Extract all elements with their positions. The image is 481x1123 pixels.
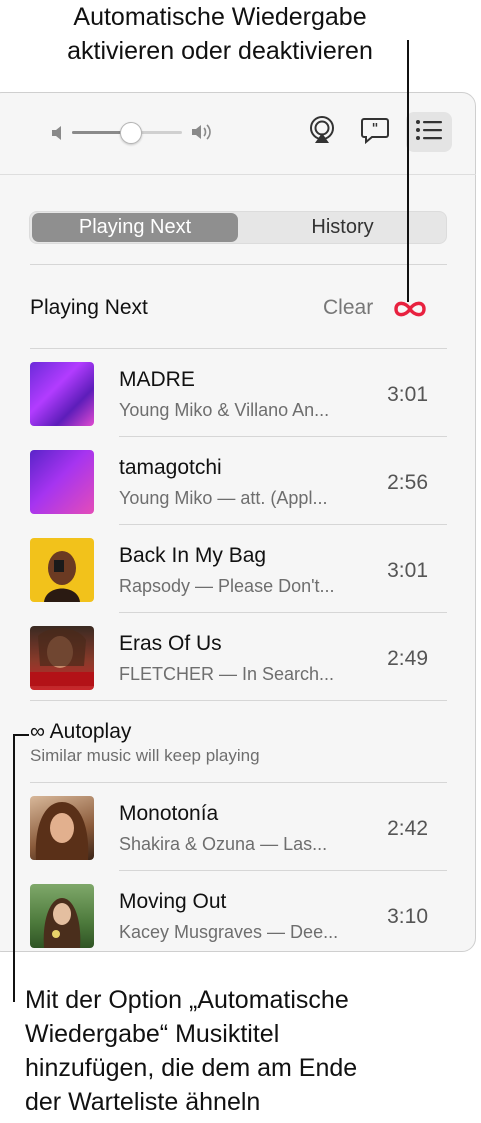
queue-segmented-control: Playing Next History: [29, 211, 447, 244]
callout-leader-line: [407, 40, 409, 302]
callout-autoplay-toggle: Automatische Wiedergabe aktivieren oder …: [0, 0, 440, 68]
autoplay-toggle-button[interactable]: [391, 296, 429, 322]
track-title: Monotonía: [119, 802, 219, 825]
track-subtitle: Young Miko & Villano An...: [119, 400, 330, 420]
track-duration: 2:42: [387, 817, 428, 840]
track-subtitle: Rapsody — Please Don't...: [119, 576, 335, 596]
divider: [30, 700, 447, 701]
track-subtitle: FLETCHER — In Search...: [119, 664, 335, 684]
callout-line: hinzufügen, die dem am Ende: [25, 1054, 358, 1082]
autoplay-section-title: ∞ Autoplay: [30, 720, 131, 744]
track-duration: 3:01: [387, 559, 428, 582]
callout-autoplay-description: Mit der Option „Automatische Wiedergabe“…: [25, 983, 475, 1119]
airplay-icon: [307, 115, 337, 149]
track-subtitle: Young Miko — att. (Appl...: [119, 488, 328, 508]
track-title: Eras Of Us: [119, 632, 222, 655]
track-title: Back In My Bag: [119, 544, 267, 567]
callout-line: der Warteliste ähneln: [25, 1088, 261, 1116]
callout-leader-line: [13, 734, 15, 1002]
autoplay-label: Autoplay: [49, 720, 132, 743]
track-row[interactable]: MADRE Young Miko & Villano An... 3:01: [0, 349, 476, 437]
album-art: [30, 884, 94, 948]
lyrics-icon: ": [360, 116, 390, 149]
airplay-button[interactable]: [299, 112, 345, 152]
track-duration: 3:10: [387, 905, 428, 928]
album-art: [30, 796, 94, 860]
infinity-icon: [391, 301, 429, 326]
svg-text:": ": [372, 122, 379, 137]
divider: [30, 264, 447, 265]
autoplay-subtitle: Similar music will keep playing: [30, 746, 260, 765]
section-title: Playing Next: [30, 296, 148, 319]
volume-low-icon[interactable]: [50, 124, 66, 147]
tab-playing-next[interactable]: Playing Next: [32, 213, 238, 242]
clear-button[interactable]: Clear: [323, 296, 373, 320]
track-duration: 2:49: [387, 647, 428, 670]
volume-slider-knob[interactable]: [120, 122, 142, 144]
callout-line: Wiedergabe“ Musiktitel: [25, 1020, 280, 1048]
track-row[interactable]: Back In My Bag Rapsody — Please Don't...…: [0, 525, 476, 613]
track-row[interactable]: Monotonía Shakira & Ozuna — Las... 2:42: [0, 783, 476, 871]
album-art: [30, 538, 94, 602]
track-duration: 2:56: [387, 471, 428, 494]
lyrics-button[interactable]: ": [352, 112, 398, 152]
callout-line: Automatische Wiedergabe: [73, 3, 367, 31]
infinity-icon: ∞: [30, 720, 45, 743]
track-row[interactable]: Eras Of Us FLETCHER — In Search... 2:49: [0, 613, 476, 701]
track-duration: 3:01: [387, 383, 428, 406]
tab-history[interactable]: History: [240, 213, 445, 242]
queue-button[interactable]: [406, 112, 452, 152]
callout-line: aktivieren oder deaktivieren: [67, 37, 373, 65]
volume-high-icon[interactable]: [190, 122, 214, 147]
album-art: [30, 362, 94, 426]
queue-list-icon: [414, 118, 444, 147]
track-subtitle: Kacey Musgraves — Dee...: [119, 922, 339, 942]
track-subtitle: Shakira & Ozuna — Las...: [119, 834, 328, 854]
callout-leader-line: [13, 734, 29, 736]
album-art: [30, 626, 94, 690]
track-row[interactable]: tamagotchi Young Miko — att. (Appl... 2:…: [0, 437, 476, 525]
track-title: Moving Out: [119, 890, 227, 913]
callout-line: Mit der Option „Automatische: [25, 986, 349, 1014]
track-row[interactable]: Moving Out Kacey Musgraves — Dee... 3:10: [0, 871, 476, 959]
album-art: [30, 450, 94, 514]
track-title: MADRE: [119, 368, 195, 391]
track-title: tamagotchi: [119, 456, 222, 479]
